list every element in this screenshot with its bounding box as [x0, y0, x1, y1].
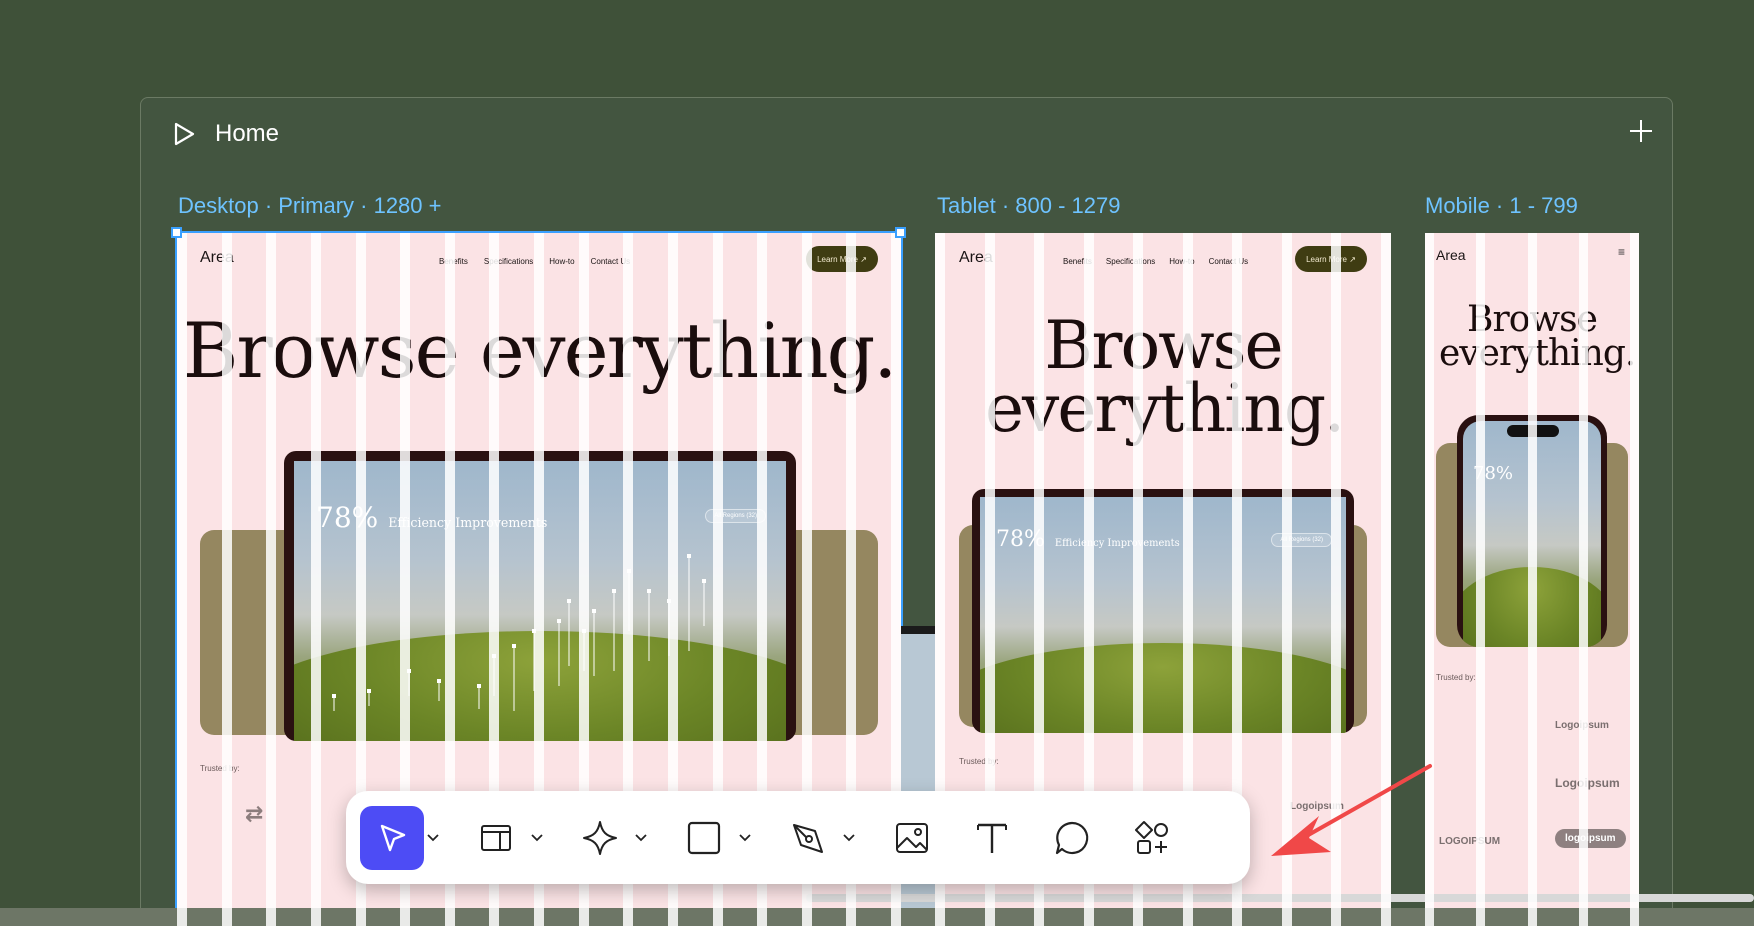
- component-sparkle-icon: [583, 820, 617, 855]
- chart-dot: [332, 694, 336, 698]
- chart-dot: [702, 579, 706, 583]
- insert-tool[interactable]: [1120, 806, 1184, 870]
- shape-tool-chevron-down-icon[interactable]: [736, 833, 754, 842]
- select-tool-chevron-down-icon[interactable]: [424, 833, 442, 842]
- site-nav-links: Benefits Specifications How-to Contact U…: [1063, 257, 1248, 266]
- mockup-chart: [332, 554, 706, 711]
- nav-link: How-to: [549, 257, 575, 266]
- pen-nib-icon: [793, 823, 823, 853]
- trusted-label: Trusted by:: [200, 764, 240, 773]
- learn-more-button: Learn More ↗: [806, 246, 878, 272]
- nav-link: Benefits: [1063, 257, 1092, 266]
- chart-dot: [367, 689, 371, 693]
- site-nav: Area Benefits Specifications How-to Cont…: [177, 233, 901, 285]
- rectangle-icon: [687, 821, 721, 854]
- hero-title: Browse everything.: [182, 306, 898, 395]
- hero-title: Browse everything.: [985, 307, 1345, 447]
- chart-dot: [592, 609, 596, 613]
- nav-link: How-to: [1169, 257, 1195, 266]
- site-logo: Area: [959, 249, 993, 266]
- nav-link: Benefits: [439, 257, 468, 266]
- chart-dot: [437, 679, 441, 683]
- nav-link: Specifications: [1105, 257, 1156, 266]
- chart-dot: [492, 654, 496, 658]
- hamburger-menu-icon: ≡: [1617, 245, 1625, 259]
- trusted-logo: logoipsum: [1555, 829, 1626, 848]
- image-tool[interactable]: [880, 806, 944, 870]
- add-breakpoint-icon[interactable]: [1628, 118, 1654, 149]
- shape-tool[interactable]: [672, 806, 736, 870]
- select-tool[interactable]: [360, 805, 424, 870]
- breakpoint-label-mobile[interactable]: Mobile · 1 - 799: [1425, 193, 1578, 219]
- trusted-logo: LOGOIPSUM: [1439, 836, 1501, 847]
- nav-link: Contact Us: [590, 257, 631, 266]
- preview-play-icon[interactable]: [171, 120, 197, 148]
- chart-dot: [582, 629, 586, 633]
- breakpoint-label-desktop[interactable]: Desktop · Primary · 1280 +: [178, 193, 441, 219]
- horizontal-scrollbar[interactable]: [806, 894, 1754, 902]
- nav-link: Specifications: [483, 257, 534, 266]
- trusted-logo: Logoipsum: [1555, 720, 1609, 731]
- chart-dot: [557, 619, 561, 623]
- layout-frames-icon: [481, 824, 511, 851]
- trusted-logo-icon: ⇄: [245, 801, 264, 826]
- breakpoint-label-tablet[interactable]: Tablet · 800 - 1279: [937, 193, 1120, 219]
- image-icon: [896, 822, 928, 853]
- stat-value: 78%: [1473, 463, 1514, 484]
- stat-value: 78% Efficiency Improvements: [996, 527, 1180, 552]
- region-filter: All Regions (32): [1271, 533, 1332, 547]
- site-logo: Area: [200, 249, 234, 266]
- layout-tool-chevron-down-icon[interactable]: [528, 833, 546, 842]
- chart-dot: [667, 599, 671, 603]
- chart-dot: [687, 554, 691, 558]
- text-icon: [977, 823, 1007, 853]
- mockup-screen: 78% Efficiency Improvements All Regions (…: [294, 461, 786, 741]
- nav-link: Contact Us: [1208, 257, 1249, 266]
- layout-tool[interactable]: [464, 806, 528, 870]
- learn-more-button: Learn More ↗: [1295, 246, 1367, 272]
- site-logo: Area: [1436, 247, 1466, 263]
- annotation-arrow-icon: [1271, 764, 1432, 856]
- tablet-mockup: 78% Efficiency Improvements All Regions (…: [284, 451, 796, 741]
- pen-tool[interactable]: [776, 806, 840, 870]
- chart-dot: [477, 684, 481, 688]
- comment-bubble-icon: [1055, 821, 1089, 854]
- pen-tool-chevron-down-icon[interactable]: [840, 833, 858, 842]
- chart-dot: [647, 589, 651, 593]
- component-tool[interactable]: [568, 806, 632, 870]
- dynamic-island: [1507, 425, 1559, 437]
- site-nav: Area Benefits Specifications How-to Cont…: [935, 233, 1391, 285]
- bottom-edge-bar: [0, 908, 1754, 926]
- site-nav-links: Benefits Specifications How-to Contact U…: [439, 257, 630, 266]
- cursor-arrow-icon: [380, 824, 406, 851]
- page-name[interactable]: Home: [215, 120, 279, 148]
- hero-title: Browse everything.: [1439, 299, 1636, 375]
- bottom-toolbar: [346, 791, 1250, 884]
- mockup-screen: 78% Efficiency Improvements All Regions (…: [980, 497, 1346, 733]
- component-tool-chevron-down-icon[interactable]: [632, 833, 650, 842]
- selection-handle[interactable]: [171, 227, 182, 238]
- insert-shapes-icon: [1135, 820, 1168, 854]
- trusted-logo: Logoipsum: [1555, 776, 1620, 790]
- phone-mockup: 78%: [1457, 415, 1607, 647]
- chart-dot: [612, 589, 616, 593]
- mockup-screen: 78%: [1463, 421, 1601, 647]
- selection-handle[interactable]: [895, 227, 906, 238]
- chart-dot: [407, 669, 411, 673]
- panel-header: Home: [171, 120, 279, 148]
- chart-dot: [567, 599, 571, 603]
- tablet-mockup: 78% Efficiency Improvements All Regions (…: [972, 489, 1354, 733]
- mobile-frame[interactable]: Area ≡ Browse everything. 78% Trusted by…: [1425, 233, 1639, 926]
- chart-dot: [512, 644, 516, 648]
- comment-tool[interactable]: [1040, 806, 1104, 870]
- chart-dot: [627, 569, 631, 573]
- text-tool[interactable]: [960, 806, 1024, 870]
- trusted-label: Trusted by:: [1436, 673, 1476, 682]
- trusted-label: Trusted by:: [959, 757, 999, 766]
- chart-dot: [532, 629, 536, 633]
